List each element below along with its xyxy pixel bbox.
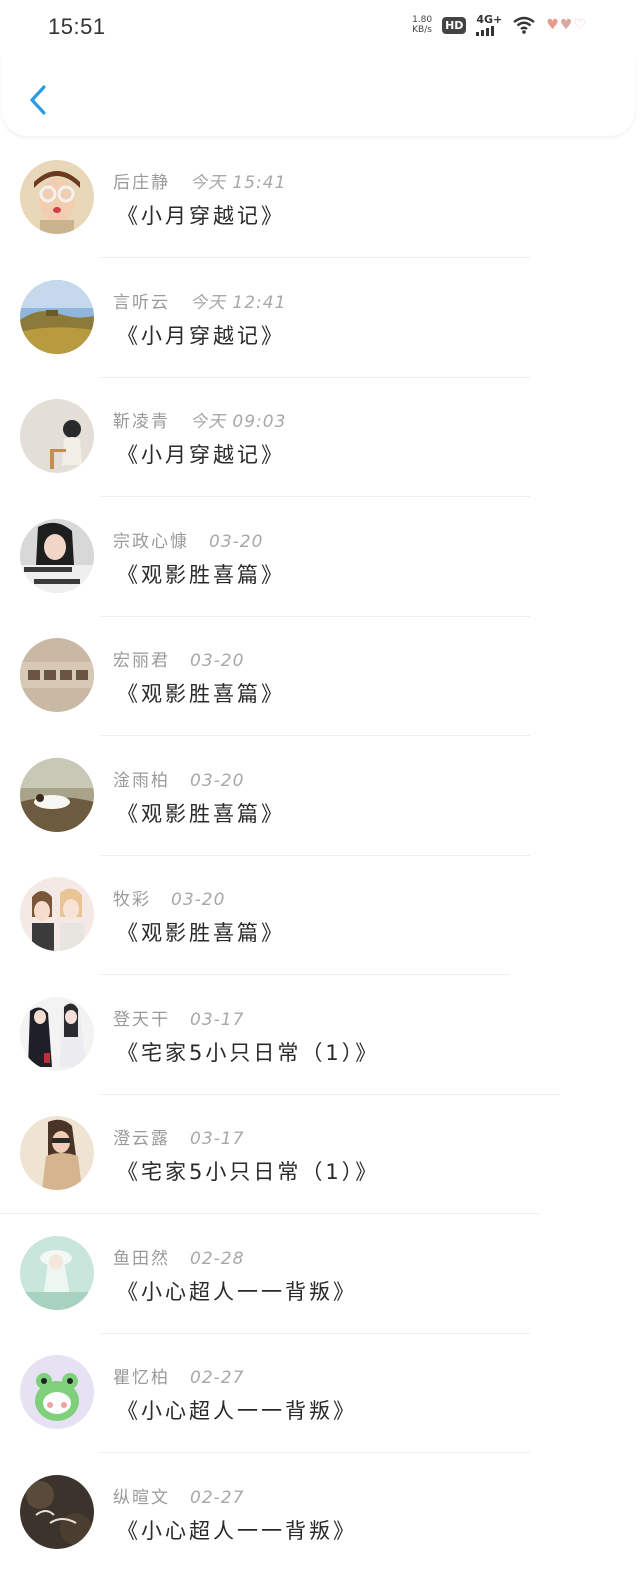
- avatar[interactable]: [20, 996, 94, 1071]
- sender-name: 宗政心慷: [113, 531, 189, 552]
- message-date: 今天 09:03: [190, 412, 287, 432]
- message-item[interactable]: 瞿忆柏 02-27 《小心超人一一背叛》: [0, 1335, 640, 1455]
- chevron-left-icon: [30, 85, 46, 115]
- message-date: 02-27: [190, 1368, 245, 1388]
- status-time: 15:51: [48, 14, 106, 39]
- message-meta: 牧彩 03-20: [113, 885, 225, 910]
- message-meta: 后庄静 今天 15:41: [113, 168, 286, 193]
- avatar[interactable]: [20, 279, 94, 354]
- message-item[interactable]: 宏丽君 03-20 《观影胜喜篇》: [0, 618, 640, 738]
- message-meta: 澄云露 03-17: [113, 1124, 244, 1149]
- sender-name: 纵暄文: [113, 1487, 170, 1508]
- message-meta: 鱼田然 02-28: [113, 1244, 244, 1269]
- message-meta: 靳凌青 今天 09:03: [113, 407, 286, 432]
- message-meta: 宗政心慷 03-20: [113, 527, 263, 552]
- sender-name: 宏丽君: [113, 651, 170, 671]
- sender-name: 言听云: [113, 292, 170, 313]
- nav-bar: [2, 56, 635, 136]
- message-title: 《观影胜喜篇》: [117, 682, 285, 706]
- message-title: 《小月穿越记》: [117, 443, 285, 467]
- message-date: 今天 12:41: [190, 292, 287, 313]
- sender-name: 淦雨柏: [113, 770, 170, 791]
- sender-name: 澄云露: [113, 1129, 170, 1149]
- message-title: 《小月穿越记》: [117, 204, 285, 228]
- divider: [100, 1332, 530, 1334]
- avatar[interactable]: [20, 399, 94, 473]
- divider: [100, 1093, 560, 1095]
- sender-name: 鱼田然: [113, 1248, 170, 1269]
- message-item[interactable]: 澄云露 03-17 《宅家5小只日常（1）》: [0, 1096, 640, 1216]
- status-icons: 1.80 KB/s HD 4G+ ♥ ♥ ♡: [412, 14, 586, 36]
- divider: [100, 1452, 530, 1453]
- message-item[interactable]: 言听云 今天 12:41 《小月穿越记》: [0, 260, 640, 380]
- message-item[interactable]: 靳凌青 今天 09:03 《小月穿越记》: [0, 379, 640, 499]
- message-title: 《观影胜喜篇》: [117, 801, 285, 826]
- back-button[interactable]: [24, 82, 54, 118]
- sender-name: 牧彩: [113, 890, 151, 910]
- message-date: 03-20: [209, 531, 264, 552]
- divider: [100, 615, 530, 617]
- message-title: 《小心超人一一背叛》: [117, 1399, 357, 1423]
- avatar[interactable]: [20, 638, 94, 712]
- wifi-icon: [512, 15, 536, 35]
- message-meta: 纵暄文 02-27: [113, 1483, 244, 1508]
- avatar[interactable]: [20, 757, 94, 832]
- sender-name: 瞿忆柏: [113, 1368, 170, 1388]
- divider: [100, 496, 530, 497]
- avatar[interactable]: [20, 1355, 94, 1429]
- divider: [0, 1213, 540, 1214]
- message-meta: 宏丽君 03-20: [113, 646, 244, 671]
- network-speed-value: 1.80: [412, 15, 433, 25]
- divider: [100, 735, 530, 736]
- message-title: 《宅家5小只日常（1）》: [117, 1160, 380, 1184]
- divider: [100, 257, 530, 258]
- divider: [100, 974, 510, 975]
- message-title: 《小心超人一一背叛》: [117, 1518, 357, 1543]
- message-title: 《观影胜喜篇》: [117, 562, 285, 587]
- message-title: 《观影胜喜篇》: [117, 921, 285, 945]
- avatar[interactable]: [20, 518, 94, 593]
- network-speed: 1.80 KB/s: [412, 15, 432, 35]
- message-meta: 瞿忆柏 02-27: [113, 1363, 244, 1388]
- divider: [100, 854, 530, 856]
- message-item[interactable]: 纵暄文 02-27 《小心超人一一背叛》: [0, 1455, 640, 1575]
- message-meta: 登天干 03-17: [113, 1005, 244, 1030]
- message-item[interactable]: 后庄静 今天 15:41 《小月穿越记》: [0, 140, 640, 260]
- cell-signal-icon: 4G+: [476, 14, 502, 36]
- message-date: 03-20: [190, 770, 245, 791]
- avatar[interactable]: [20, 1235, 94, 1310]
- message-title: 《小心超人一一背叛》: [117, 1279, 357, 1304]
- message-item[interactable]: 淦雨柏 03-20 《观影胜喜篇》: [0, 738, 640, 858]
- message-item[interactable]: 宗政心慷 03-20 《观影胜喜篇》: [0, 499, 640, 619]
- message-date: 03-17: [190, 1009, 245, 1030]
- message-meta: 淦雨柏 03-20: [113, 766, 244, 791]
- message-item[interactable]: 牧彩 03-20 《观影胜喜篇》: [0, 857, 640, 977]
- message-item[interactable]: 鱼田然 02-28 《小心超人一一背叛》: [0, 1216, 640, 1336]
- network-speed-unit: KB/s: [412, 25, 432, 35]
- avatar[interactable]: [20, 160, 94, 234]
- message-meta: 言听云 今天 12:41: [113, 288, 286, 313]
- sender-name: 靳凌青: [113, 412, 170, 432]
- message-date: 03-20: [190, 651, 245, 671]
- message-item[interactable]: 登天干 03-17 《宅家5小只日常（1）》: [0, 977, 640, 1097]
- message-list: 后庄静 今天 15:41 《小月穿越记》 言听云 今天 12:41 《小月穿越记》: [0, 140, 640, 1574]
- sender-name: 登天干: [113, 1009, 170, 1030]
- avatar[interactable]: [20, 1116, 94, 1190]
- sender-name: 后庄静: [113, 173, 170, 193]
- network-type-label: 4G+: [476, 13, 503, 26]
- status-bar: 15:51 1.80 KB/s HD 4G+ ♥ ♥ ♡: [0, 0, 640, 56]
- avatar[interactable]: [20, 1474, 94, 1549]
- message-date: 今天 15:41: [190, 173, 287, 193]
- divider: [100, 376, 530, 378]
- message-title: 《宅家5小只日常（1）》: [117, 1040, 380, 1065]
- message-date: 02-27: [190, 1487, 245, 1508]
- message-date: 02-28: [190, 1248, 245, 1269]
- message-title: 《小月穿越记》: [117, 323, 285, 348]
- hd-icon: HD: [442, 16, 467, 34]
- message-date: 03-17: [190, 1129, 245, 1149]
- avatar[interactable]: [20, 877, 94, 951]
- battery-hearts-icon: ♥ ♥ ♡: [546, 17, 586, 33]
- message-date: 03-20: [171, 890, 226, 910]
